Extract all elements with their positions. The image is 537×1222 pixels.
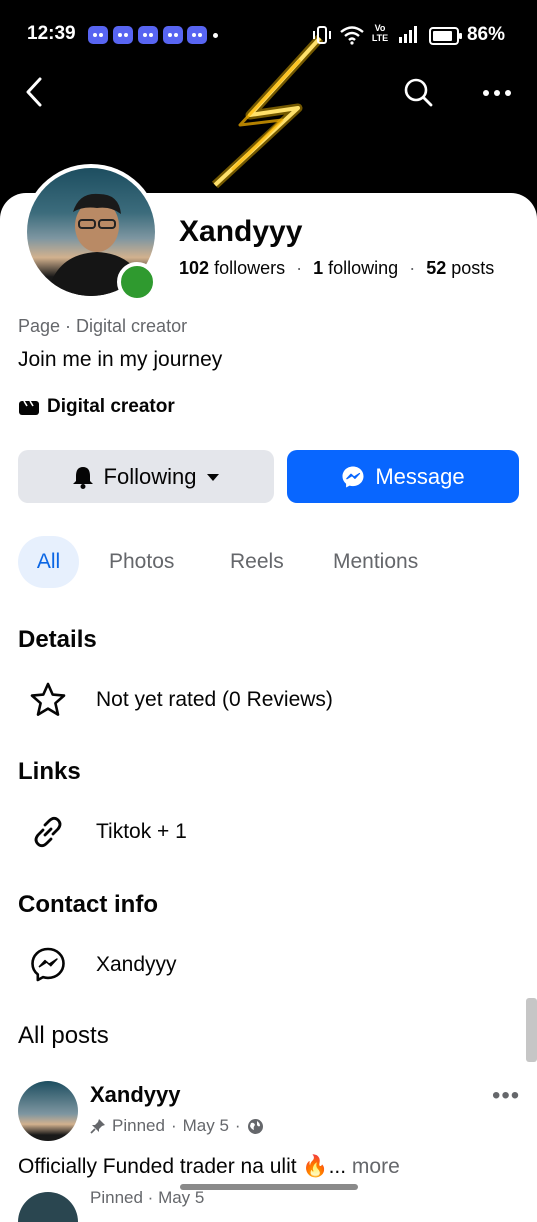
profile-bio: Join me in my journey [18,348,223,371]
tab-all[interactable]: All [18,536,79,588]
followers-count[interactable]: 102 [179,258,209,278]
profile-stats: 102 followers · 1 following · 52 posts [179,258,494,279]
bell-icon [72,466,93,489]
messenger-contact[interactable]: Xandyyy [96,953,177,977]
pinned-label: Pinned [112,1116,165,1135]
contact-heading: Contact info [18,891,158,918]
post-date[interactable]: May 5 [183,1116,229,1136]
discord-notification-icon [163,26,183,44]
volte-label: Vo LTE [371,23,389,43]
status-bar: 12:39 Vo LTE 86% [0,0,537,70]
battery-percent: 86% [466,24,505,45]
globe-icon [247,1118,263,1134]
posts-count: 52 [426,258,447,278]
post-author-name[interactable]: Xandyyy [90,1082,181,1108]
messenger-icon [342,466,364,487]
post-more-options-icon[interactable]: ••• [492,1082,520,1110]
post-body: Officially Funded trader na ulit 🔥... [18,1155,347,1178]
more-options-icon[interactable] [482,88,512,98]
more-notifications-dot [213,33,218,38]
messenger-outline-icon [31,947,65,982]
discord-notification-icon [88,26,108,44]
pinned-label: Pinned [90,1188,143,1207]
posts-label: posts [451,258,495,278]
followers-label[interactable]: followers [214,258,285,278]
post-meta: Pinned · May 5 [90,1188,204,1208]
discord-notification-icon [113,26,133,44]
links-heading: Links [18,758,81,785]
status-time: 12:39 [27,23,76,44]
page-type: Page · Digital creator [18,316,188,336]
post-meta: Pinned · May 5 · [90,1116,264,1136]
scrollbar[interactable] [526,998,537,1062]
following-label[interactable]: following [328,258,398,278]
message-button[interactable]: Message [287,450,519,503]
star-icon [30,682,66,716]
message-button-label: Message [375,463,465,489]
separator-dot: · [234,1116,241,1135]
post-text: Officially Funded trader na ulit 🔥... mo… [18,1155,400,1179]
separator-dot: · [147,1188,159,1207]
signal-icon [399,26,417,43]
home-indicator[interactable] [180,1184,358,1190]
separator-dot: · [170,1116,177,1135]
following-button[interactable]: Following [18,450,274,503]
profile-name: Xandyyy [179,215,303,248]
see-more-link[interactable]: more [352,1155,400,1178]
tab-photos[interactable]: Photos [109,536,174,588]
rating-text[interactable]: Not yet rated (0 Reviews) [96,688,333,712]
post-date[interactable]: May 5 [158,1188,204,1207]
clapperboard-icon [19,400,39,415]
all-posts-heading: All posts [18,1022,109,1049]
category-label: Digital creator [47,396,175,417]
battery-icon [429,27,462,45]
online-status-indicator [117,262,157,302]
separator-dot: · [296,258,303,278]
wifi-icon [340,26,364,45]
link-icon [34,816,62,848]
following-count[interactable]: 1 [313,258,323,278]
caret-down-icon [207,473,220,481]
discord-notification-icon [187,26,207,44]
tab-mentions[interactable]: Mentions [333,536,418,588]
link-text[interactable]: Tiktok + 1 [96,820,187,844]
post-author-avatar[interactable] [18,1081,78,1141]
pin-icon [90,1119,105,1134]
search-icon[interactable] [402,76,434,108]
separator-dot: · [409,258,416,278]
back-arrow-icon[interactable] [24,76,48,108]
following-button-label: Following [103,463,197,489]
details-heading: Details [18,626,97,653]
vibrate-icon [313,26,331,44]
tab-reels[interactable]: Reels [230,536,284,588]
discord-notification-icon [138,26,158,44]
category-row: Digital creator [18,396,175,418]
